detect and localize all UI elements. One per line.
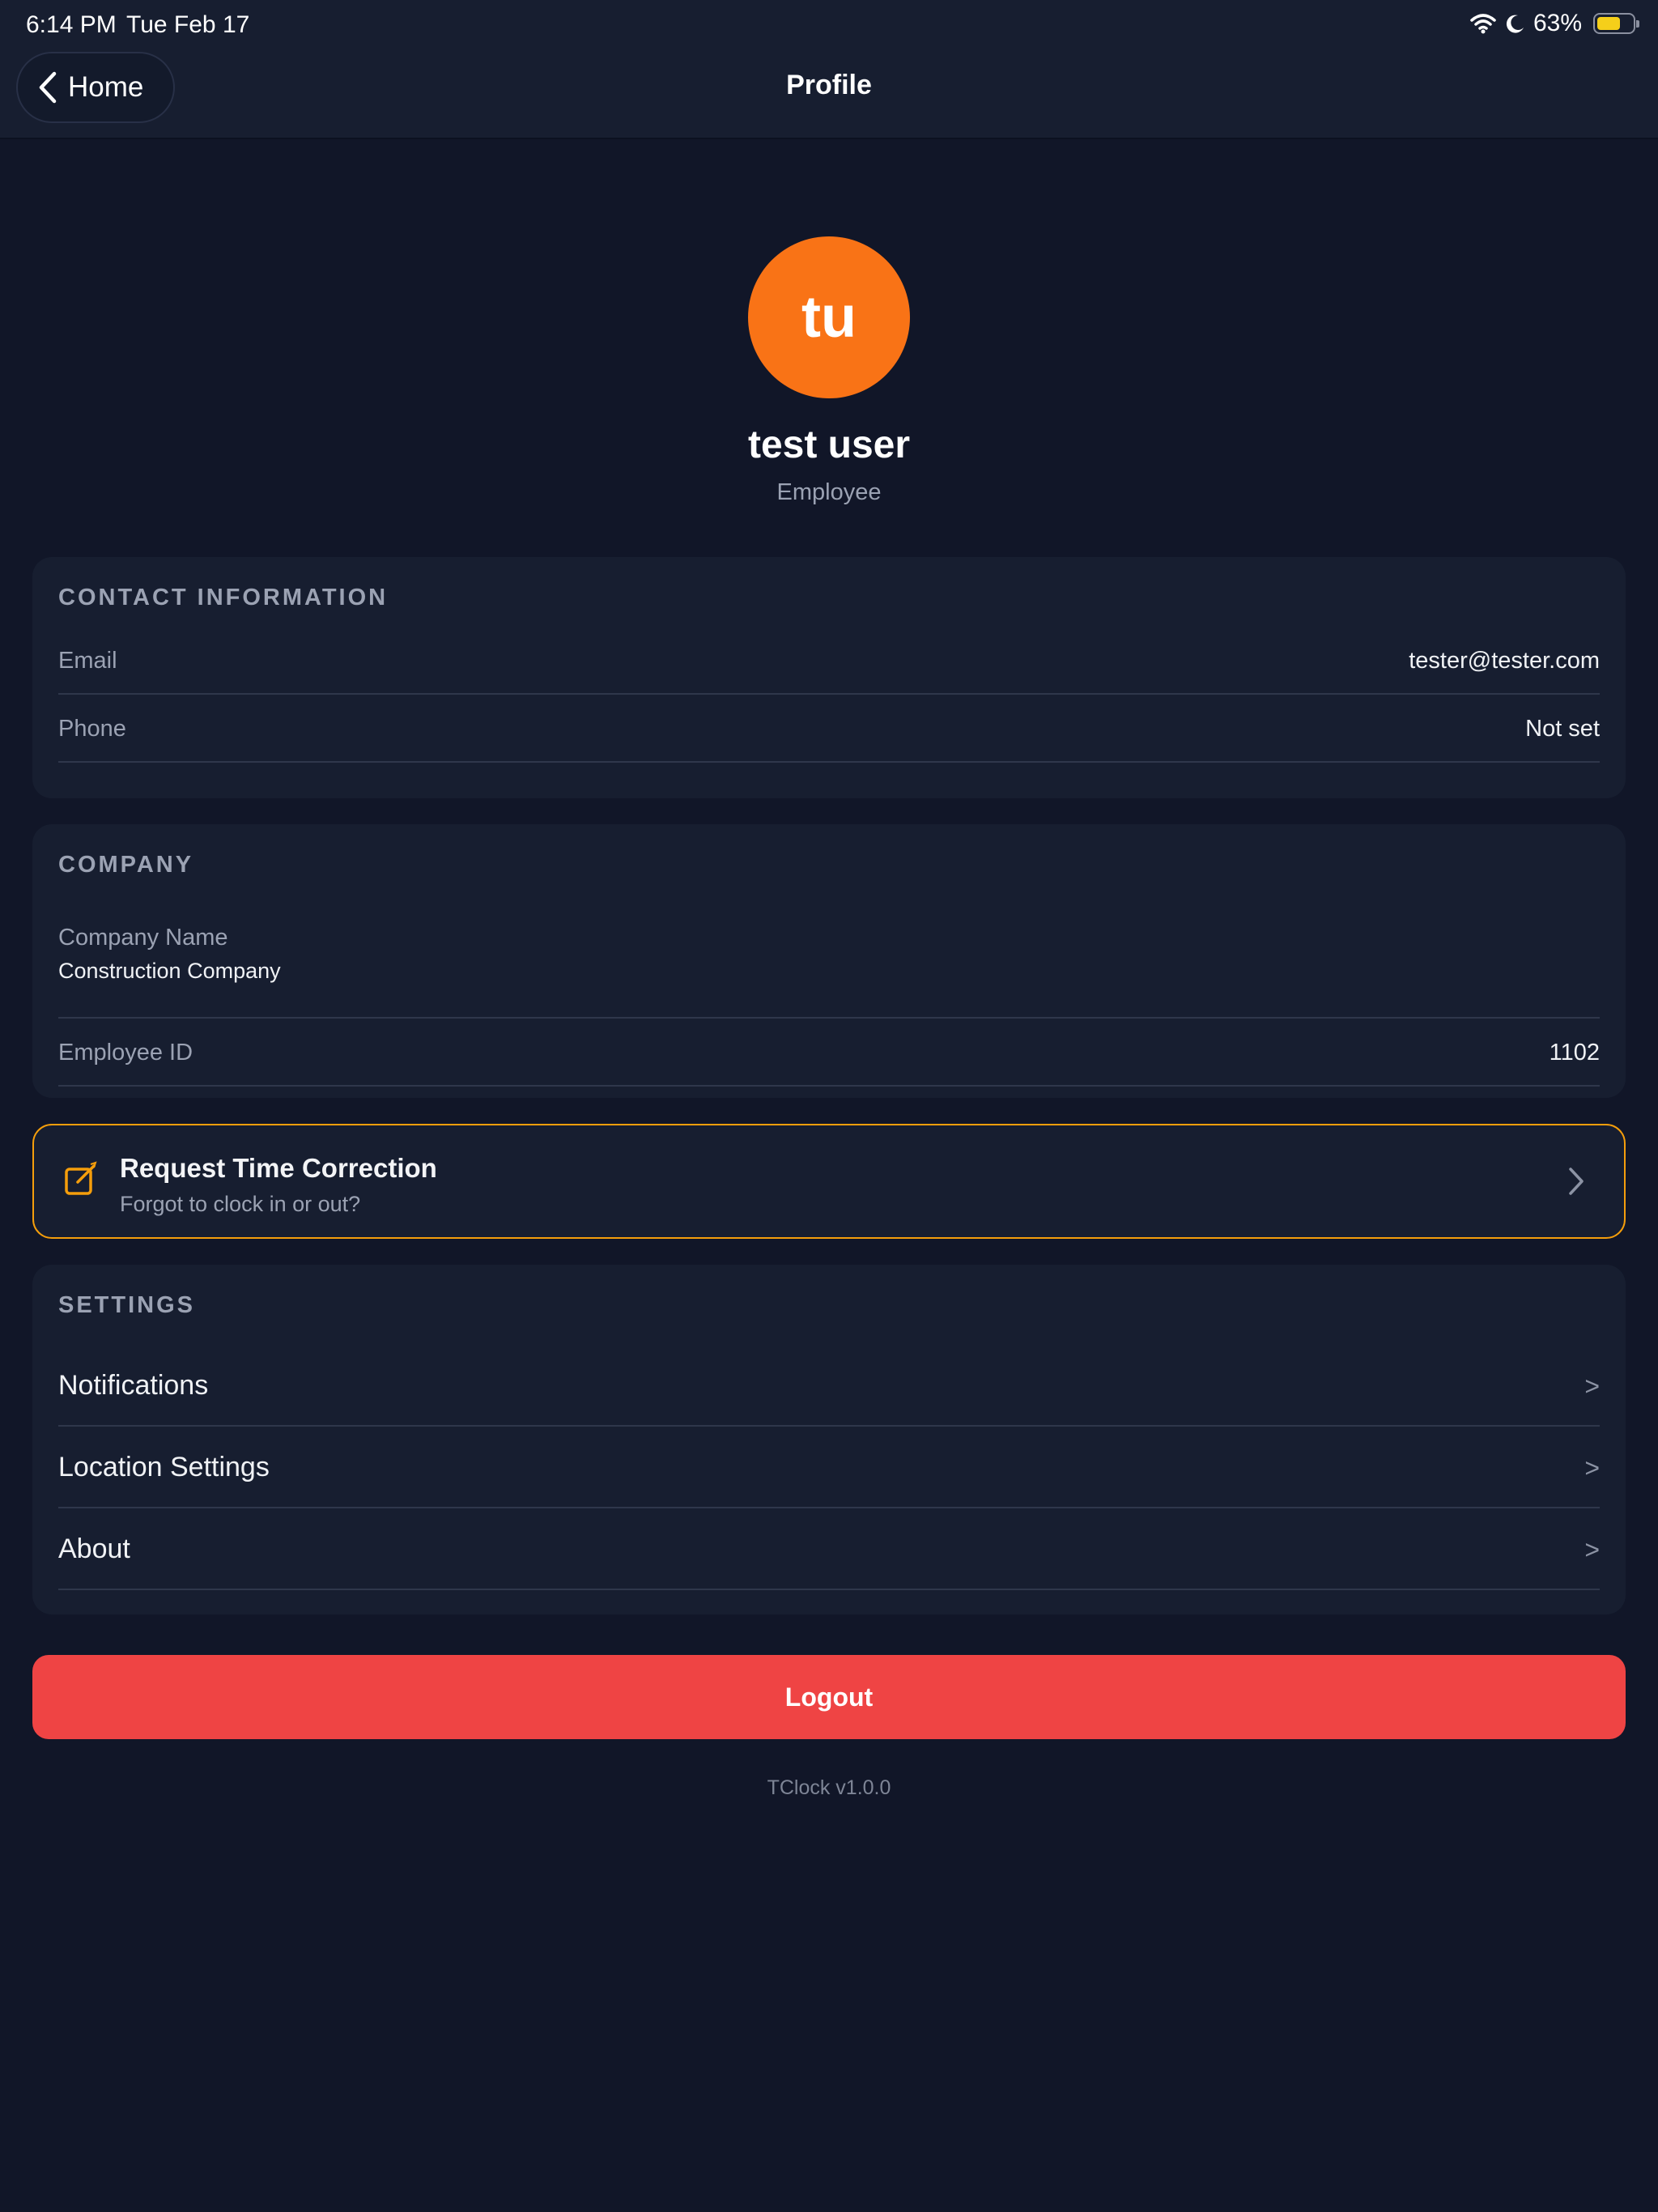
moon-icon (1506, 15, 1524, 33)
top-bar: 6:14 PM Tue Feb 17 63% Home Profile (0, 0, 1658, 139)
correction-title: Request Time Correction (120, 1153, 437, 1183)
settings-item-notifications[interactable]: Notifications > (58, 1346, 1600, 1427)
settings-card: SETTINGS Notifications > Location Settin… (32, 1265, 1626, 1614)
company-section-title: COMPANY (58, 852, 194, 878)
email-label: Email (58, 648, 117, 674)
status-time: 6:14 PM (26, 11, 117, 38)
status-indicators: 63% (1470, 10, 1639, 37)
company-name-label: Company Name (58, 925, 228, 951)
employee-id-label: Employee ID (58, 1040, 193, 1066)
battery-icon (1593, 13, 1639, 34)
user-name: test user (747, 423, 911, 466)
avatar: tu (748, 236, 910, 398)
settings-item-about[interactable]: About > (58, 1509, 1600, 1590)
chevron-right-icon (1569, 1168, 1584, 1195)
settings-item-label: About (58, 1534, 130, 1564)
chevron-right-icon: > (1584, 1535, 1600, 1564)
settings-item-label: Location Settings (58, 1452, 270, 1482)
email-row: Email tester@tester.com (58, 646, 1600, 695)
contact-card: CONTACT INFORMATION Email tester@tester.… (32, 557, 1626, 798)
logout-button[interactable]: Logout (32, 1655, 1626, 1739)
correction-subtitle: Forgot to clock in or out? (120, 1192, 361, 1216)
employee-id-value: 1102 (1549, 1040, 1600, 1066)
employee-id-row: Employee ID 1102 (58, 1023, 1600, 1087)
contact-section-title: CONTACT INFORMATION (58, 585, 389, 610)
settings-section-title: SETTINGS (58, 1292, 196, 1318)
settings-item-location-settings[interactable]: Location Settings > (58, 1427, 1600, 1508)
phone-label: Phone (58, 716, 126, 742)
app-version: TClock v1.0.0 (767, 1776, 891, 1799)
status-date: Tue Feb 17 (126, 11, 250, 38)
page-title: Profile (786, 70, 872, 100)
user-role: Employee (776, 479, 882, 505)
settings-item-label: Notifications (58, 1370, 209, 1401)
battery-level (1597, 17, 1620, 30)
profile-screen: 6:14 PM Tue Feb 17 63% Home Profile tu t… (0, 0, 1658, 2212)
company-name-row: Company Name Construction Company (58, 925, 1600, 1019)
phone-row: Phone Not set (58, 714, 1600, 763)
wifi-icon (1470, 14, 1496, 34)
chevron-right-icon: > (1584, 1453, 1600, 1482)
request-time-correction-button[interactable]: Request Time Correction Forgot to clock … (32, 1124, 1626, 1239)
email-value: tester@tester.com (1409, 648, 1600, 674)
avatar-initials: tu (801, 285, 857, 350)
company-name-value: Construction Company (58, 959, 281, 983)
phone-value: Not set (1525, 716, 1600, 742)
battery-percent: 63% (1533, 10, 1582, 36)
company-card: COMPANY Company Name Construction Compan… (32, 824, 1626, 1098)
edit-icon (65, 1161, 97, 1195)
chevron-right-icon: > (1584, 1372, 1600, 1401)
